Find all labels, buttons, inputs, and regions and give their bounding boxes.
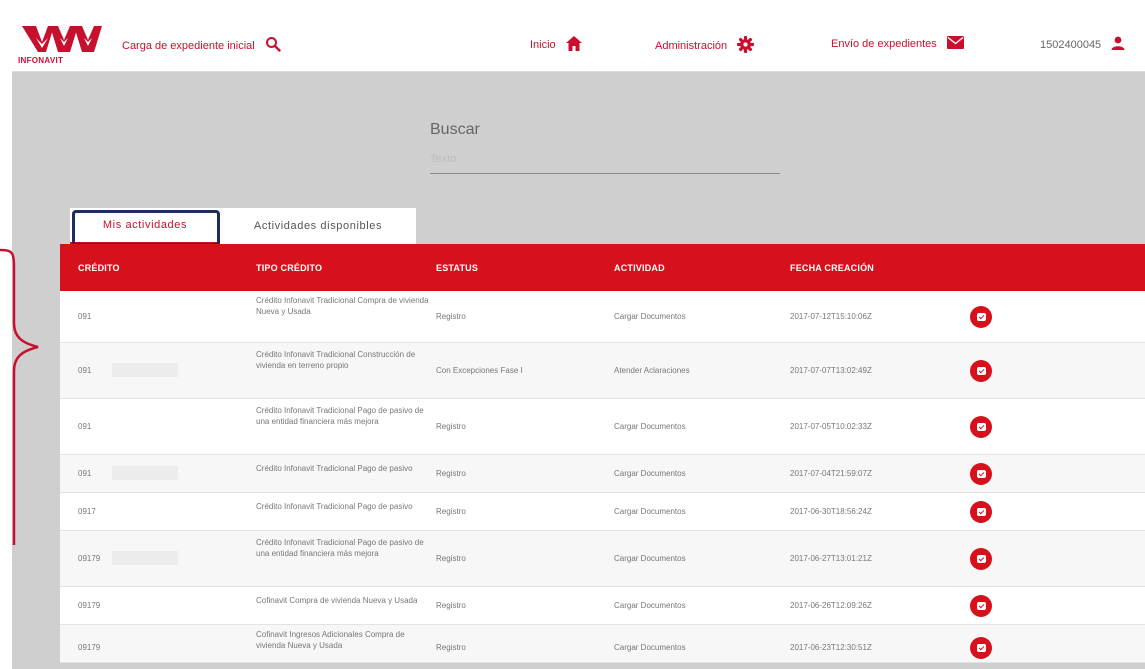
- user-id-label: 1502400045: [1040, 38, 1102, 51]
- cell-tipo-credito: Crédito Infonavit Tradicional Pago de pa…: [256, 406, 424, 426]
- cell-actividad: Cargar Documentos: [614, 422, 686, 431]
- redaction-mask: [112, 466, 178, 480]
- cell-credito: 0917: [78, 507, 96, 516]
- tab-mis-actividades[interactable]: Mis actividades: [70, 208, 220, 244]
- edit-check-icon: [976, 313, 986, 321]
- cell-actividad: Cargar Documentos: [614, 507, 686, 516]
- edit-check-icon: [976, 470, 986, 478]
- cell-credito: 091: [78, 366, 92, 375]
- cell-fecha: 2017-06-23T12:30:51Z: [790, 643, 872, 652]
- edit-check-icon: [976, 367, 986, 375]
- user-icon: [1111, 36, 1125, 53]
- edit-check-icon: [976, 508, 986, 516]
- table-row[interactable]: 09179 Crédito Infonavit Tradicional Pago…: [60, 531, 1145, 587]
- tab-actividades-disponibles[interactable]: Actividades disponibles: [220, 208, 416, 244]
- cell-tipo-credito: Cofinavit Compra de vivienda Nueva y Usa…: [256, 596, 418, 605]
- table-row[interactable]: 09179 Cofinavit Compra de vivienda Nueva…: [60, 587, 1145, 625]
- cell-tipo-credito: Crédito Infonavit Tradicional Compra de …: [256, 296, 429, 316]
- cell-credito: 09179: [78, 554, 101, 563]
- table-row[interactable]: 0917 Crédito Infonavit Tradicional Pago …: [60, 493, 1145, 531]
- col-credito[interactable]: CRÉDITO: [78, 263, 120, 273]
- col-fecha-creacion[interactable]: FECHA CREACIÓN: [790, 263, 874, 273]
- col-tipo-credito[interactable]: TIPO CRÉDITO: [256, 263, 322, 273]
- cell-fecha: 2017-07-12T15:10:06Z: [790, 312, 872, 321]
- nav-envio-label: Envío de expedientes: [831, 38, 937, 50]
- open-activity-button[interactable]: [970, 501, 992, 523]
- table-row[interactable]: 09179 Cofinavit Ingresos Adicionales Com…: [60, 625, 1145, 663]
- cell-fecha: 2017-06-30T18:56:24Z: [790, 507, 872, 516]
- envelope-icon: [946, 36, 964, 52]
- edit-check-icon: [976, 602, 986, 610]
- table-row[interactable]: 091 Crédito Infonavit Tradicional Constr…: [60, 343, 1145, 399]
- cell-fecha: 2017-07-07T13:02:49Z: [790, 366, 872, 375]
- open-activity-button[interactable]: [970, 463, 992, 485]
- top-navigation-bar: INFONAVIT Carga de expediente inicial In…: [12, 12, 1145, 72]
- search-label: Buscar: [430, 121, 480, 138]
- open-activity-button[interactable]: [970, 416, 992, 438]
- cell-credito: 091: [78, 312, 92, 321]
- activities-table: CRÉDITO TIPO CRÉDITO ESTATUS ACTIVIDAD F…: [60, 244, 1145, 663]
- gear-icon: [737, 36, 755, 56]
- cell-tipo-credito: Crédito Infonavit Tradicional Pago de pa…: [256, 464, 413, 473]
- redaction-mask: [112, 551, 178, 565]
- table-row[interactable]: 091 Crédito Infonavit Tradicional Pago d…: [60, 455, 1145, 493]
- search-input[interactable]: [430, 144, 780, 174]
- col-estatus[interactable]: ESTATUS: [436, 263, 478, 273]
- nav-inicio[interactable]: Inicio: [530, 36, 582, 54]
- cell-actividad: Cargar Documentos: [614, 554, 686, 563]
- cell-tipo-credito: Crédito Infonavit Tradicional Construcci…: [256, 350, 416, 370]
- open-activity-button[interactable]: [970, 595, 992, 617]
- logo-wordmark: INFONAVIT: [18, 56, 64, 65]
- home-icon: [565, 36, 582, 54]
- edit-check-icon: [976, 423, 986, 431]
- cell-credito: 09179: [78, 601, 101, 610]
- cell-actividad: Atender Aclaraciones: [614, 366, 690, 375]
- open-activity-button[interactable]: [970, 360, 992, 382]
- cell-fecha: 2017-06-26T12:09:26Z: [790, 601, 872, 610]
- cell-estatus: Registro: [436, 643, 466, 652]
- cell-actividad: Cargar Documentos: [614, 312, 686, 321]
- open-activity-button[interactable]: [970, 637, 992, 659]
- cell-actividad: Cargar Documentos: [614, 469, 686, 478]
- cell-credito: 091: [78, 469, 92, 478]
- table-header: CRÉDITO TIPO CRÉDITO ESTATUS ACTIVIDAD F…: [60, 244, 1145, 291]
- cell-estatus: Con Excepciones Fase I: [436, 366, 523, 375]
- nav-carga-label: Carga de expediente inicial: [122, 39, 255, 52]
- nav-administracion[interactable]: Administración: [655, 36, 755, 56]
- cell-credito: 09179: [78, 643, 101, 652]
- search-icon: [265, 36, 281, 55]
- cell-estatus: Registro: [436, 422, 466, 431]
- cell-estatus: Registro: [436, 312, 466, 321]
- cell-actividad: Cargar Documentos: [614, 643, 686, 652]
- cell-fecha: 2017-07-05T10:02:33Z: [790, 422, 872, 431]
- cell-estatus: Registro: [436, 507, 466, 516]
- col-actividad[interactable]: ACTIVIDAD: [614, 263, 665, 273]
- cell-tipo-credito: Crédito Infonavit Tradicional Pago de pa…: [256, 538, 424, 558]
- table-row[interactable]: 091 Crédito Infonavit Tradicional Pago d…: [60, 399, 1145, 455]
- cell-fecha: 2017-06-27T13:01:21Z: [790, 554, 872, 563]
- cell-tipo-credito: Cofinavit Ingresos Adicionales Compra de…: [256, 630, 405, 650]
- open-activity-button[interactable]: [970, 548, 992, 570]
- table-row[interactable]: 091 Crédito Infonavit Tradicional Compra…: [60, 291, 1145, 343]
- open-activity-button[interactable]: [970, 306, 992, 328]
- cell-estatus: Registro: [436, 469, 466, 478]
- nav-inicio-label: Inicio: [530, 39, 556, 51]
- cell-credito: 091: [78, 422, 92, 431]
- table-body: 091 Crédito Infonavit Tradicional Compra…: [60, 291, 1145, 663]
- nav-administracion-label: Administración: [655, 40, 728, 52]
- cell-fecha: 2017-07-04T21:59:07Z: [790, 469, 872, 478]
- cell-actividad: Cargar Documentos: [614, 601, 686, 610]
- nav-envio-expedientes[interactable]: Envío de expedientes: [831, 36, 964, 52]
- cell-estatus: Registro: [436, 554, 466, 563]
- nav-carga-expediente[interactable]: Carga de expediente inicial: [122, 36, 281, 55]
- cell-tipo-credito: Crédito Infonavit Tradicional Pago de pa…: [256, 502, 413, 511]
- cell-estatus: Registro: [436, 601, 466, 610]
- main-content: Buscar Mis actividades Actividades dispo…: [12, 72, 1145, 669]
- edit-check-icon: [976, 644, 986, 652]
- redaction-mask: [112, 363, 178, 377]
- nav-user[interactable]: 1502400045: [1040, 36, 1125, 53]
- edit-check-icon: [976, 555, 986, 563]
